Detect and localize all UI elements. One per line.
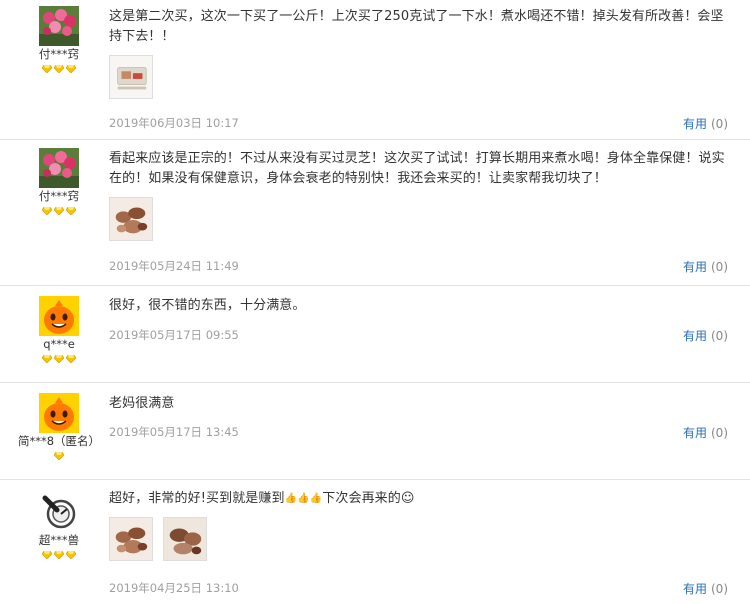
reviewer-info: 简***8（匿名） [0, 393, 118, 460]
reputation-badges [0, 65, 118, 73]
thumbs-up-emoji-icon: 👍👍👍 [284, 493, 323, 504]
review-photos [109, 197, 734, 241]
useful-count: (0) [711, 582, 728, 596]
review-content: 看起来应该是正宗的！不过从来没有买过灵芝！这次买了试试！打算长期用来煮水喝！身体… [109, 149, 734, 241]
review-item: 付***窍 看起来应该是正宗的！不过从来没有买过灵芝！这次买了试试！打算长期用来… [0, 140, 750, 286]
reviewer-name: 简***8（匿名） [17, 434, 101, 448]
diamond-icon [42, 207, 52, 215]
diamond-icon [66, 551, 76, 559]
reputation-badges [0, 551, 118, 559]
reputation-badges [0, 355, 118, 363]
diamond-icon [54, 65, 64, 73]
reviewer-name: 付***窍 [38, 189, 80, 203]
useful-button[interactable]: 有用 (0) [683, 424, 728, 441]
reviewer-name: 付***窍 [38, 47, 80, 61]
reputation-badges [0, 452, 118, 460]
reviewer-info: 付***窍 [0, 148, 118, 215]
smiley-emoji-icon: ☺ [400, 491, 415, 506]
reviewer-name: 超***兽 [38, 533, 80, 547]
flower-avatar-icon [39, 6, 79, 46]
cartoon-avatar-icon [39, 492, 79, 532]
review-photo-thumbnail[interactable] [109, 55, 153, 99]
useful-label: 有用 [682, 426, 707, 440]
review-content: 老妈很满意 [109, 394, 734, 414]
review-content: 这是第二次买，这次一下买了一公斤！上次买了250克试了一下水！煮水喝还不错！掉头… [109, 7, 734, 99]
diamond-icon [42, 65, 52, 73]
review-photos [109, 55, 734, 99]
review-date: 2019年04月25日 13:10 [109, 581, 239, 595]
useful-label: 有用 [682, 329, 707, 343]
review-item: 简***8（匿名） 老妈很满意 2019年05月17日 13:45 有用 (0) [0, 383, 750, 480]
reviewer-info: 超***兽 [0, 492, 118, 559]
useful-label: 有用 [682, 117, 707, 131]
review-text: 看起来应该是正宗的！不过从来没有买过灵芝！这次买了试试！打算长期用来煮水喝！身体… [109, 151, 725, 186]
diamond-icon [66, 65, 76, 73]
review-item: q***e 很好，很不错的东西，十分满意。 2019年05月17日 09:55 … [0, 286, 750, 383]
review-text: 很好，很不错的东西，十分满意。 [109, 298, 306, 313]
review-photos [109, 517, 734, 561]
review-text: 超好，非常的好!买到就是赚到👍👍👍下次会再来的☺ [109, 489, 734, 509]
review-photo-thumbnail[interactable] [109, 517, 153, 561]
review-date: 2019年05月17日 13:45 [109, 425, 239, 439]
useful-label: 有用 [682, 260, 707, 274]
reviewer-info: 付***窍 [0, 6, 118, 73]
reviewer-info: q***e [0, 296, 118, 363]
useful-count: (0) [711, 329, 728, 343]
review-item: 付***窍 这是第二次买，这次一下买了一公斤！上次买了250克试了一下水！煮水喝… [0, 0, 750, 140]
review-photo-thumbnail[interactable] [163, 517, 207, 561]
useful-count: (0) [711, 117, 728, 131]
review-text-part: 超好，非常的好!买到就是赚到 [109, 491, 285, 506]
useful-button[interactable]: 有用 (0) [683, 258, 728, 275]
review-text: 这是第二次买，这次一下买了一公斤！上次买了250克试了一下水！煮水喝还不错！掉头… [109, 9, 724, 44]
useful-button[interactable]: 有用 (0) [683, 327, 728, 344]
review-item: 超***兽 超好，非常的好!买到就是赚到👍👍👍下次会再来的☺ 2019年04月2… [0, 480, 750, 604]
diamond-icon [54, 207, 64, 215]
diamond-icon [42, 355, 52, 363]
review-list: 付***窍 这是第二次买，这次一下买了一公斤！上次买了250克试了一下水！煮水喝… [0, 0, 750, 604]
review-date: 2019年05月24日 11:49 [109, 259, 239, 273]
diamond-icon [54, 551, 64, 559]
diamond-icon [66, 355, 76, 363]
reviewer-name: q***e [43, 337, 75, 351]
useful-button[interactable]: 有用 (0) [683, 580, 728, 597]
orange-mascot-avatar-icon [39, 296, 79, 336]
useful-label: 有用 [682, 582, 707, 596]
useful-button[interactable]: 有用 (0) [683, 115, 728, 132]
orange-mascot-avatar-icon [39, 393, 79, 433]
review-content: 很好，很不错的东西，十分满意。 [109, 296, 734, 316]
flower-avatar-icon [39, 148, 79, 188]
diamond-icon [54, 452, 64, 460]
review-date: 2019年06月03日 10:17 [109, 116, 239, 130]
diamond-icon [54, 355, 64, 363]
review-text: 老妈很满意 [109, 396, 175, 411]
review-date: 2019年05月17日 09:55 [109, 328, 239, 342]
diamond-icon [66, 207, 76, 215]
reputation-badges [0, 207, 118, 215]
useful-count: (0) [711, 260, 728, 274]
diamond-icon [42, 551, 52, 559]
review-text-part: 下次会再来的 [322, 491, 401, 506]
review-content: 超好，非常的好!买到就是赚到👍👍👍下次会再来的☺ [109, 489, 734, 561]
review-photo-thumbnail[interactable] [109, 197, 153, 241]
useful-count: (0) [711, 426, 728, 440]
